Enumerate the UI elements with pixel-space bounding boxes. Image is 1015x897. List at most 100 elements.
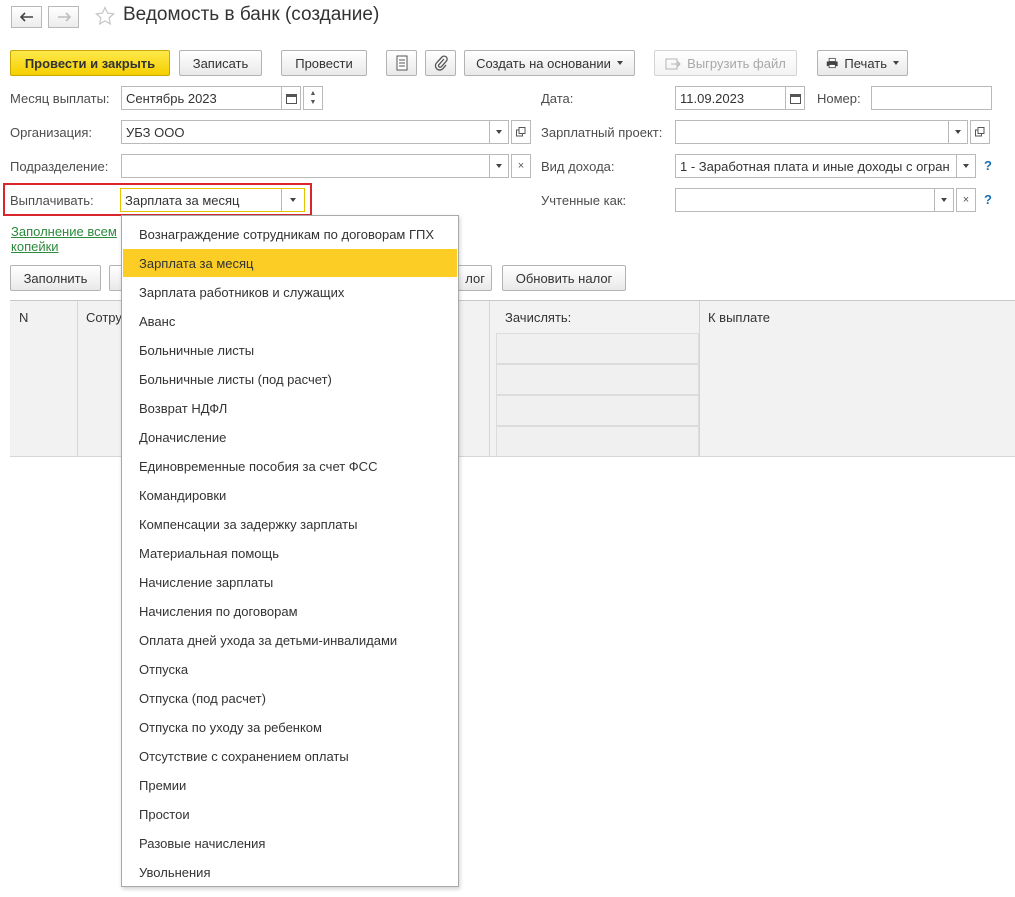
chevron-down-icon (496, 164, 502, 168)
dropdown-option[interactable]: Единовременные пособия за счет ФСС (123, 452, 457, 480)
salary-project-dropdown-button[interactable] (948, 120, 968, 144)
date-field[interactable]: 11.09.2023 (675, 86, 786, 110)
organization-field[interactable]: УБЗ ООО (121, 120, 490, 144)
dropdown-option[interactable]: Премии (123, 771, 457, 799)
fill-all-link[interactable]: Заполнение всем (11, 224, 117, 239)
dropdown-option[interactable]: Командировки (123, 481, 457, 509)
attach-button[interactable] (425, 50, 456, 76)
accounted-as-field[interactable] (675, 188, 935, 212)
create-based-on-label: Создать на основании (476, 55, 611, 71)
dropdown-option[interactable]: Начисления по договорам (123, 597, 457, 625)
number-field[interactable] (871, 86, 992, 110)
dropdown-option[interactable]: Отпуска (под расчет) (123, 684, 457, 712)
table-header-employee: Сотру (86, 310, 122, 325)
printer-icon (826, 57, 838, 69)
pay-dropdown-button[interactable] (281, 188, 305, 212)
month-label: Месяц выплаты: (10, 91, 110, 106)
organization-label: Организация: (10, 125, 93, 140)
department-label: Подразделение: (10, 159, 109, 174)
print-button[interactable]: Печать (817, 50, 908, 76)
dropdown-option[interactable]: Возврат НДФЛ (123, 394, 457, 422)
table-cell (496, 395, 699, 426)
salary-project-label: Зарплатный проект: (541, 125, 663, 140)
organization-open-button[interactable] (511, 120, 531, 144)
table-cell (496, 426, 699, 457)
dropdown-option[interactable]: Зарплата за месяц (123, 249, 457, 277)
accounted-as-label: Учтенные как: (541, 193, 627, 208)
month-field[interactable]: Сентябрь 2023 (121, 86, 282, 110)
open-window-icon (516, 127, 526, 137)
chevron-down-icon (496, 130, 502, 134)
table-cell (496, 364, 699, 395)
table-header-n: N (19, 310, 29, 325)
dropdown-option[interactable]: Простои (123, 800, 457, 828)
accounted-as-dropdown-button[interactable] (934, 188, 954, 212)
kopecks-link[interactable]: копейки (11, 239, 59, 254)
department-dropdown-button[interactable] (489, 154, 509, 178)
dropdown-option[interactable]: Разовые начисления (123, 829, 457, 857)
chevron-up-icon: ▲ (309, 90, 317, 97)
dropdown-option[interactable]: Оплата дней ухода за детьми-инвалидами (123, 626, 457, 654)
department-clear-button[interactable]: × (511, 154, 531, 178)
dropdown-option[interactable]: Компенсации за задержку зарплаты (123, 510, 457, 538)
month-calendar-button[interactable] (281, 86, 301, 110)
date-label: Дата: (541, 91, 574, 106)
page-title: Ведомость в банк (создание) (123, 4, 380, 25)
pay-field[interactable]: Зарплата за месяц (120, 188, 282, 212)
dropdown-option[interactable]: Зарплата работников и служащих (123, 278, 457, 306)
upload-file-button[interactable]: Выгрузить файл (654, 50, 797, 76)
paperclip-icon (434, 55, 448, 71)
accounted-as-help[interactable]: ? (984, 192, 992, 207)
dropdown-option[interactable]: Доначисление (123, 423, 457, 451)
forward-button[interactable] (48, 6, 79, 28)
save-button[interactable]: Записать (179, 50, 262, 76)
open-window-icon (975, 127, 985, 137)
organization-dropdown-button[interactable] (489, 120, 509, 144)
favorite-star-icon[interactable] (94, 5, 116, 27)
dropdown-option[interactable]: Вознаграждение сотрудникам по договорам … (123, 220, 457, 248)
calendar-icon (789, 93, 801, 104)
salary-project-open-button[interactable] (970, 120, 990, 144)
report-button[interactable] (386, 50, 417, 76)
document-list-icon (396, 55, 407, 71)
income-type-dropdown-button[interactable] (956, 154, 976, 178)
chevron-down-icon (941, 198, 947, 202)
date-calendar-button[interactable] (785, 86, 805, 110)
dropdown-option[interactable]: Отпуска (123, 655, 457, 683)
month-stepper[interactable]: ▲ ▼ (303, 86, 323, 110)
dropdown-option[interactable]: Аванс (123, 307, 457, 335)
table-cell (496, 333, 699, 364)
upload-icon (665, 58, 681, 70)
post-button[interactable]: Провести (281, 50, 367, 76)
dropdown-option[interactable]: Отсутствие с сохранением оплаты (123, 742, 457, 770)
income-type-label: Вид дохода: (541, 159, 615, 174)
fill-button[interactable]: Заполнить (10, 265, 101, 291)
chevron-down-icon (290, 198, 296, 202)
chevron-down-icon (963, 164, 969, 168)
dropdown-option[interactable]: Отпуска по уходу за ребенком (123, 713, 457, 741)
dropdown-option[interactable]: Больничные листы (123, 336, 457, 364)
dropdown-option[interactable]: Больничные листы (под расчет) (123, 365, 457, 393)
income-type-help[interactable]: ? (984, 158, 992, 173)
number-label: Номер: (817, 91, 861, 106)
dropdown-option[interactable]: Начисление зарплаты (123, 568, 457, 596)
update-tax-button[interactable]: Обновить налог (502, 265, 626, 291)
back-button[interactable] (11, 6, 42, 28)
upload-file-label: Выгрузить файл (687, 55, 786, 71)
accounted-as-clear-button[interactable]: × (956, 188, 976, 212)
table-header-accrue: Зачислять: (505, 310, 572, 325)
create-based-on-button[interactable]: Создать на основании (464, 50, 635, 76)
dropdown-option[interactable]: Увольнения (123, 858, 457, 886)
pay-label: Выплачивать: (10, 193, 94, 208)
chevron-down-icon: ▼ (309, 99, 317, 106)
chevron-down-icon (893, 61, 899, 65)
dropdown-option[interactable]: Материальная помощь (123, 539, 457, 567)
arrow-right-icon (57, 12, 71, 22)
department-field[interactable] (121, 154, 490, 178)
salary-project-field[interactable] (675, 120, 949, 144)
post-and-close-button[interactable]: Провести и закрыть (10, 50, 170, 76)
arrow-left-icon (19, 12, 33, 22)
close-icon: × (962, 194, 970, 206)
pay-type-dropdown-list[interactable]: Вознаграждение сотрудникам по договорам … (121, 215, 459, 887)
income-type-field[interactable]: 1 - Заработная плата и иные доходы с огр… (675, 154, 957, 178)
